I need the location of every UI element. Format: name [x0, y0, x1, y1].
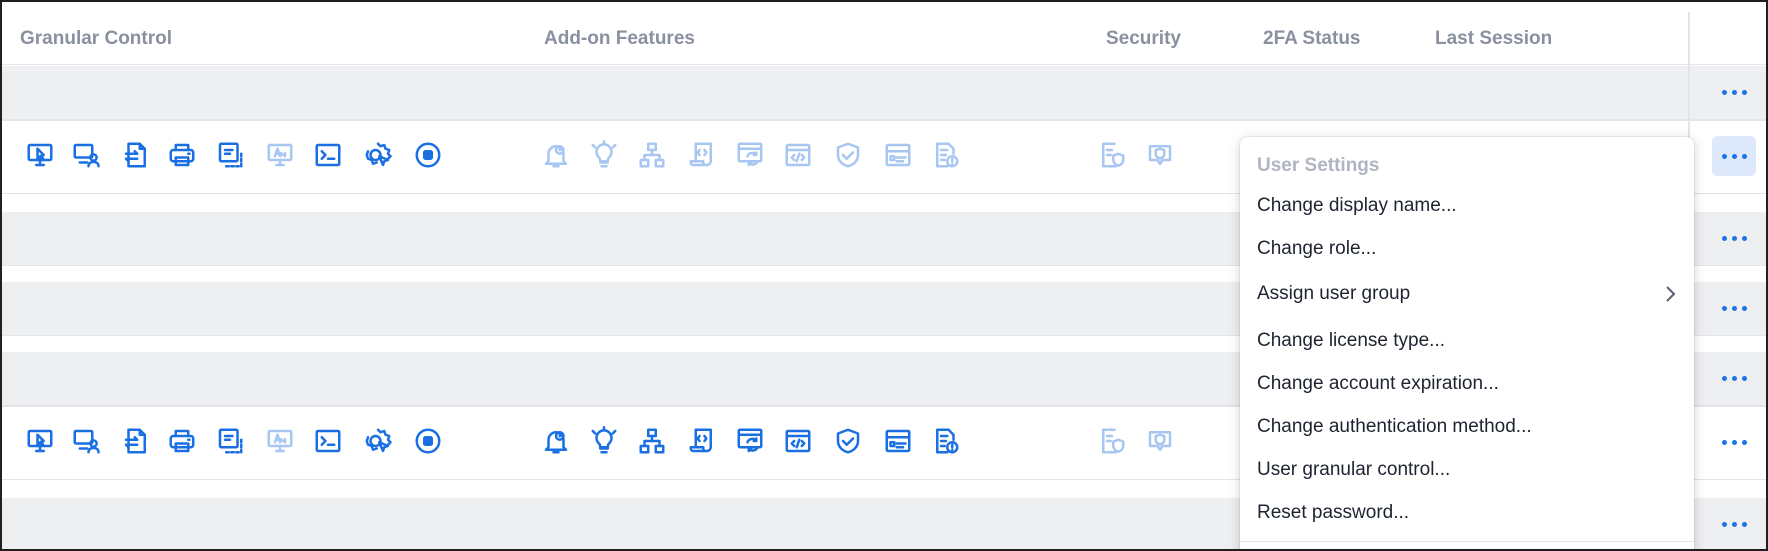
menu-item-label: Change authentication method... — [1257, 416, 1532, 437]
menu-item-change-display-name[interactable]: Change display name... — [1240, 186, 1694, 226]
user-table: Granular Control Add-on Features Securit… — [0, 0, 1768, 551]
blank-screen-icon[interactable] — [264, 139, 296, 171]
alert-bell-icon[interactable] — [540, 425, 572, 457]
print-icon[interactable] — [166, 139, 198, 171]
verified-chat-icon[interactable] — [1144, 139, 1176, 171]
menu-item-change-license-type[interactable]: Change license type... — [1240, 321, 1694, 361]
row-actions-button[interactable] — [1712, 218, 1756, 258]
user-settings-menu: User Settings Change display name... Cha… — [1240, 137, 1694, 549]
network-icon[interactable] — [636, 425, 668, 457]
column-header-addon-features[interactable]: Add-on Features — [544, 28, 695, 50]
menu-item-label: Change account expiration... — [1257, 373, 1499, 394]
menu-item-change-role[interactable]: Change role... — [1240, 229, 1694, 269]
remote-user-icon[interactable] — [70, 139, 102, 171]
clipboard-icon[interactable] — [214, 425, 246, 457]
device-shield-icon[interactable] — [1096, 425, 1128, 457]
column-header-granular-control[interactable]: Granular Control — [20, 28, 172, 50]
menu-item-label: Assign user group — [1257, 283, 1411, 304]
report-alert-icon[interactable] — [930, 425, 962, 457]
row-actions-button[interactable] — [1712, 504, 1756, 544]
menu-item-assign-user-group[interactable]: Assign user group — [1240, 274, 1694, 314]
menu-item-label: Change role... — [1257, 238, 1377, 259]
menu-divider — [1240, 541, 1694, 542]
clipboard-icon[interactable] — [214, 139, 246, 171]
system-settings-icon[interactable] — [362, 139, 394, 171]
terminal-icon[interactable] — [312, 425, 344, 457]
menu-item-label: User granular control... — [1257, 459, 1451, 480]
menu-title: User Settings — [1257, 155, 1380, 176]
row-actions-button[interactable] — [1712, 288, 1756, 328]
record-session-icon[interactable] — [412, 425, 444, 457]
verified-chat-icon[interactable] — [1144, 425, 1176, 457]
row-actions-button[interactable] — [1712, 72, 1756, 112]
form-list-icon[interactable] — [882, 425, 914, 457]
menu-item-user-granular-control[interactable]: User granular control... — [1240, 450, 1694, 490]
idea-icon[interactable] — [588, 425, 620, 457]
column-header-2fa-status[interactable]: 2FA Status — [1263, 28, 1361, 50]
alert-bell-icon[interactable] — [540, 139, 572, 171]
record-session-icon[interactable] — [412, 139, 444, 171]
remote-control-icon[interactable] — [24, 139, 56, 171]
menu-item-label: Change license type... — [1257, 330, 1446, 351]
shield-icon[interactable] — [832, 139, 864, 171]
row-actions-button-active[interactable] — [1712, 136, 1756, 176]
terminal-icon[interactable] — [312, 139, 344, 171]
file-transfer-icon[interactable] — [120, 425, 152, 457]
table-row[interactable] — [2, 66, 1766, 120]
network-icon[interactable] — [636, 139, 668, 171]
blank-screen-icon[interactable] — [264, 425, 296, 457]
table-header: Granular Control Add-on Features Securit… — [2, 12, 1766, 65]
menu-item-label: Change display name... — [1257, 195, 1457, 216]
remote-control-icon[interactable] — [24, 425, 56, 457]
form-list-icon[interactable] — [882, 139, 914, 171]
device-shield-icon[interactable] — [1096, 139, 1128, 171]
column-header-security[interactable]: Security — [1106, 28, 1181, 50]
system-settings-icon[interactable] — [362, 425, 394, 457]
refresh-window-icon[interactable] — [734, 425, 766, 457]
menu-item-change-account-expiration[interactable]: Change account expiration... — [1240, 364, 1694, 404]
refresh-window-icon[interactable] — [734, 139, 766, 171]
print-icon[interactable] — [166, 425, 198, 457]
menu-item-reset-password[interactable]: Reset password... — [1240, 493, 1694, 533]
column-header-last-session[interactable]: Last Session — [1435, 28, 1552, 50]
shield-icon[interactable] — [832, 425, 864, 457]
row-actions-button[interactable] — [1712, 358, 1756, 398]
script-icon[interactable] — [686, 425, 718, 457]
menu-item-change-authentication-method[interactable]: Change authentication method... — [1240, 407, 1694, 447]
file-transfer-icon[interactable] — [120, 139, 152, 171]
menu-item-label: Reset password... — [1257, 502, 1410, 523]
report-alert-icon[interactable] — [930, 139, 962, 171]
remote-user-icon[interactable] — [70, 425, 102, 457]
code-window-icon[interactable] — [782, 425, 814, 457]
idea-icon[interactable] — [588, 139, 620, 171]
row-actions-button[interactable] — [1712, 422, 1756, 462]
code-window-icon[interactable] — [782, 139, 814, 171]
chevron-right-icon — [1660, 284, 1680, 304]
script-icon[interactable] — [686, 139, 718, 171]
